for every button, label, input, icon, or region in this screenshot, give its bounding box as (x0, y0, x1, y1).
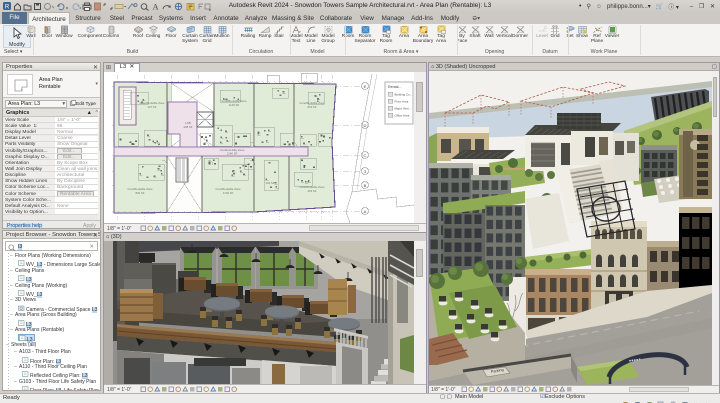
svg-text:Rental...: Rental... (388, 85, 401, 89)
svg-text:Floor Area: Floor Area (395, 100, 409, 104)
svg-text:447 SF: 447 SF (147, 105, 156, 109)
svg-text:1240 SF: 1240 SF (227, 152, 238, 156)
svg-text:208 SF: 208 SF (183, 125, 192, 129)
svg-text:433 SF: 433 SF (307, 189, 316, 193)
svg-text:Major Verti...: Major Verti... (395, 107, 412, 111)
svg-text:844 SF: 844 SF (307, 105, 316, 109)
svg-text:840 SF: 840 SF (135, 191, 144, 195)
svg-text:A: A (153, 2, 159, 11)
svg-text:1746 SF: 1746 SF (223, 191, 234, 195)
svg-text:C: C (364, 153, 367, 158)
svg-text:R: R (5, 5, 10, 11)
svg-text:D: D (364, 123, 367, 128)
svg-text:1145 SF: 1145 SF (229, 103, 240, 107)
svg-text:A: A (364, 209, 367, 214)
svg-text:B: B (364, 183, 367, 188)
svg-text:134 SF: 134 SF (265, 181, 274, 185)
svg-text:Office Area: Office Area (395, 114, 410, 118)
svg-text:Building Co...: Building Co... (395, 93, 413, 97)
svg-text:E: E (364, 84, 367, 89)
